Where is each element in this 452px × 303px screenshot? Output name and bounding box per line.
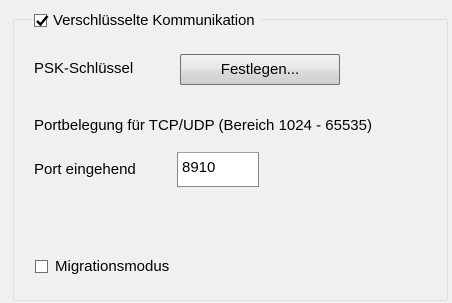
settings-panel: Verschlüsselte Kommunikation PSK-Schlüss… (0, 0, 452, 303)
port-range-info: Portbelegung für TCP/UDP (Bereich 1024 -… (34, 117, 372, 134)
migration-checkbox[interactable] (35, 259, 48, 273)
port-incoming-label: Port eingehend (34, 161, 136, 178)
port-incoming-field[interactable]: 8910 (177, 152, 259, 187)
check-icon (36, 14, 49, 26)
migration-label[interactable]: Migrationsmodus (55, 258, 169, 275)
psk-label: PSK-Schlüssel (34, 60, 134, 77)
set-psk-button[interactable]: Festlegen... (180, 54, 340, 85)
encryption-checkbox-row[interactable]: Verschlüsselte Kommunikation (32, 8, 262, 32)
encryption-label[interactable]: Verschlüsselte Kommunikation (53, 12, 255, 29)
migration-checkbox-row[interactable]: Migrationsmodus (35, 256, 169, 276)
encryption-checkbox[interactable] (34, 13, 49, 27)
